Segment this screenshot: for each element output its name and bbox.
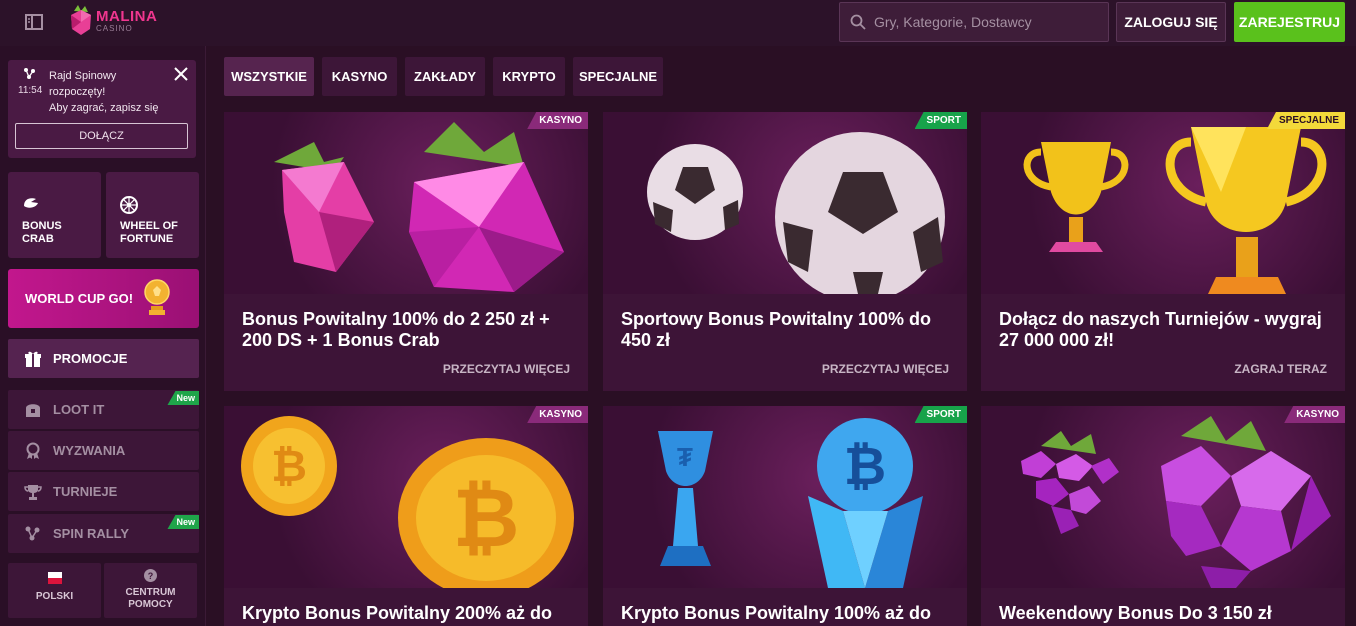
category-badge: SPECJALNE: [1266, 112, 1345, 129]
card-title: Krypto Bonus Powitalny 200% aż do: [242, 603, 553, 623]
notification-line: Rajd Spinowy: [49, 70, 117, 82]
trophy-illustration: [981, 112, 1345, 294]
card-title: Sportowy Bonus Powitalny 100% do 450 zł: [621, 309, 932, 350]
card-title: Krypto Bonus Powitalny 100% aż do: [621, 603, 932, 623]
category-badge: SPORT: [914, 112, 967, 129]
promo-card[interactable]: ₮ ₿ SPORT Krypto Bonus Powitalny 100% aż…: [603, 406, 967, 626]
promo-card[interactable]: KASYNO Weekendowy Bonus Do 3 150 zł: [981, 406, 1345, 626]
notification-message: Rajd Spinowy rozpoczęty! Aby zagrać, zap…: [49, 68, 158, 116]
wheel-of-fortune-tile[interactable]: WHEEL OF FORTUNE: [106, 172, 199, 258]
nav-item-promocje[interactable]: PROMOCJE: [8, 339, 199, 378]
language-selector[interactable]: POLSKI: [8, 563, 101, 618]
tab-specjalne[interactable]: SPECJALNE: [573, 57, 663, 96]
search-input[interactable]: [874, 14, 1104, 30]
promo-card[interactable]: ₿ ₿ KASYNO Krypto Bonus Powitalny 200% a…: [224, 406, 588, 626]
svg-text:₿: ₿: [271, 442, 307, 491]
language-label: POLSKI: [35, 591, 74, 602]
medal-icon: [26, 442, 40, 459]
join-button[interactable]: DOŁĄCZ: [15, 123, 188, 149]
notification-line: Aby zagrać, zapisz się: [49, 102, 159, 114]
card-title: Dołącz do naszych Turniejów - wygraj 27 …: [999, 309, 1322, 350]
gift-icon: [25, 351, 41, 367]
grapes-illustration: [981, 406, 1345, 588]
new-badge: New: [167, 515, 199, 529]
polish-flag-icon: [48, 572, 62, 584]
category-badge: KASYNO: [527, 112, 588, 129]
tile-label-line: WHEEL OF: [120, 220, 178, 232]
search-icon: [850, 14, 866, 30]
top-header: MALINA CASINO ZALOGUJ SIĘ ZAREJESTRUJ: [0, 0, 1356, 46]
sidebar-toggle-icon[interactable]: [24, 12, 44, 32]
trophy-icon: [24, 485, 42, 500]
tab-kasyno[interactable]: KASYNO: [322, 57, 397, 96]
bonus-crab-tile[interactable]: BONUS CRAB: [8, 172, 101, 258]
card-cta-link[interactable]: ZAGRAJ TERAZ: [1234, 362, 1327, 376]
help-center-button[interactable]: ? CENTRUM POMOCY: [104, 563, 197, 618]
malina-logo[interactable]: MALINA CASINO: [68, 5, 168, 39]
category-badge: KASYNO: [1284, 406, 1345, 423]
help-label: CENTRUM POMOCY: [104, 587, 197, 611]
svg-text:₮: ₮: [677, 442, 693, 472]
category-badge: KASYNO: [527, 406, 588, 423]
nav-item-turnieje[interactable]: TURNIEJE: [8, 472, 199, 511]
world-cup-banner[interactable]: WORLD CUP GO!: [8, 269, 199, 328]
rally-icon: [25, 526, 40, 541]
treasure-icon: [26, 404, 40, 417]
golden-ball-trophy-icon: [144, 279, 170, 315]
notification-line: rozpoczęty!: [49, 86, 106, 98]
tile-label: BONUS CRAB: [22, 220, 102, 246]
register-button[interactable]: ZAREJESTRUJ: [1234, 2, 1345, 42]
card-cta-link[interactable]: PRZECZYTAJ WIĘCEJ: [822, 362, 949, 376]
logo-text: MALINA: [96, 8, 158, 25]
login-button[interactable]: ZALOGUJ SIĘ: [1116, 2, 1226, 42]
nav-label: LOOT IT: [53, 402, 105, 417]
close-icon[interactable]: [173, 66, 189, 82]
crypto-trophy-illustration: ₮ ₿: [603, 406, 967, 588]
new-badge: New: [167, 391, 199, 405]
tile-label-line: CRAB: [22, 233, 54, 245]
raspberry-illustration: [224, 112, 588, 294]
nav-item-loot-it[interactable]: LOOT IT New: [8, 390, 199, 429]
svg-text:₿: ₿: [453, 473, 520, 564]
nav-label: SPIN RALLY: [53, 526, 130, 541]
sidebar: 11:54 Rajd Spinowy rozpoczęty! Aby zagra…: [0, 46, 206, 626]
help-icon: ?: [144, 569, 157, 582]
svg-text:?: ?: [148, 571, 154, 581]
raspberry-logo-icon: [71, 5, 91, 35]
card-title: Bonus Powitalny 100% do 2 250 zł + 200 D…: [242, 309, 550, 350]
category-badge: SPORT: [914, 406, 967, 423]
help-label-line: CENTRUM: [125, 587, 176, 598]
nav-label: PROMOCJE: [53, 351, 128, 366]
search-box[interactable]: [839, 2, 1109, 42]
tab-krypto[interactable]: KRYPTO: [493, 57, 565, 96]
card-title: Weekendowy Bonus Do 3 150 zł: [999, 603, 1272, 623]
tile-label-line: BONUS: [22, 220, 62, 232]
nav-item-spin-rally[interactable]: SPIN RALLY New: [8, 514, 199, 553]
nav-label: WYZWANIA: [53, 443, 126, 458]
tile-label-line: FORTUNE: [120, 233, 174, 245]
logo-subtext: CASINO: [96, 24, 133, 33]
tab-wszystkie[interactable]: WSZYSTKIE: [224, 57, 314, 96]
crab-icon: [24, 198, 38, 208]
promo-card[interactable]: SPORT Sportowy Bonus Powitalny 100% do 4…: [603, 112, 967, 391]
card-cta-link[interactable]: PRZECZYTAJ WIĘCEJ: [443, 362, 570, 376]
nav-label: TURNIEJE: [53, 484, 118, 499]
notification-time: 11:54: [18, 85, 43, 96]
world-cup-label: WORLD CUP GO!: [25, 291, 134, 306]
help-label-line: POMOCY: [128, 599, 173, 610]
tile-label: WHEEL OF FORTUNE: [120, 220, 200, 246]
bitcoin-illustration: ₿ ₿: [224, 406, 588, 588]
spin-rally-icon: [24, 68, 35, 79]
football-illustration: [603, 112, 967, 294]
nav-item-wyzwania[interactable]: WYZWANIA: [8, 431, 199, 470]
notification-card: 11:54 Rajd Spinowy rozpoczęty! Aby zagra…: [8, 60, 196, 158]
wheel-icon: [120, 196, 138, 214]
tab-zaklady[interactable]: ZAKŁADY: [405, 57, 485, 96]
promo-card[interactable]: SPECJALNE Dołącz do naszych Turniejów - …: [981, 112, 1345, 391]
svg-text:₿: ₿: [844, 438, 886, 496]
promo-card[interactable]: KASYNO Bonus Powitalny 100% do 2 250 zł …: [224, 112, 588, 391]
